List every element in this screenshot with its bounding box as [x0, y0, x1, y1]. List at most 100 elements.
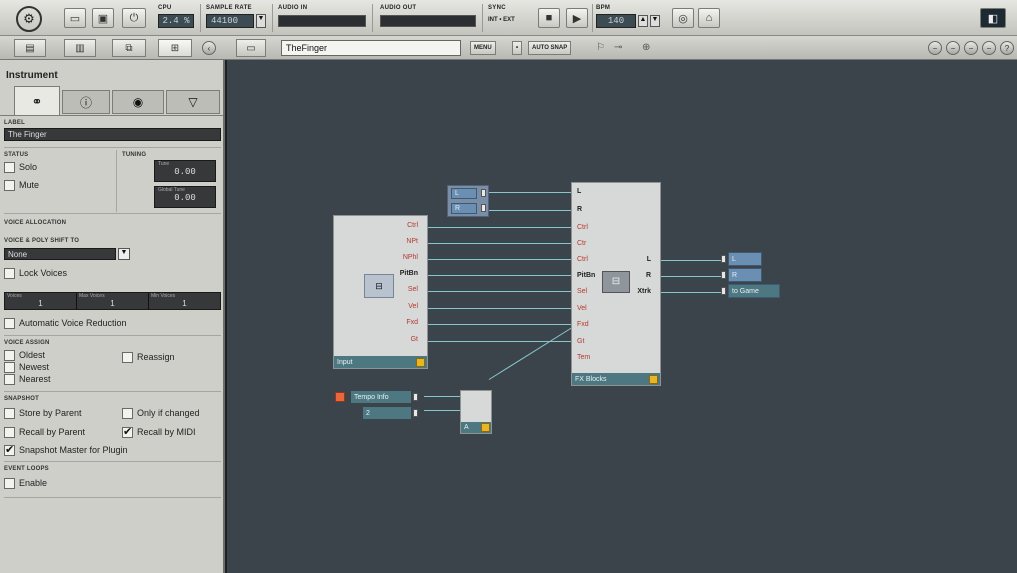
nearest-radio[interactable]: Nearest [4, 374, 51, 386]
fx-block-name[interactable]: FX Blocks [572, 373, 660, 385]
key-icon[interactable]: ⊸ [614, 42, 622, 53]
tune-knob[interactable]: Tune 0.00 [154, 160, 216, 182]
small-math-block[interactable]: A [460, 390, 492, 434]
zoom-reset-icon[interactable]: − [964, 41, 978, 55]
nearest-box[interactable] [4, 374, 15, 386]
zoom-out-icon[interactable]: − [928, 41, 942, 55]
save-file-button[interactable]: ▣ [92, 8, 114, 28]
tab-info[interactable]: ⓘ [62, 90, 110, 114]
recall-by-midi-checkbox[interactable]: Recall by MIDI [122, 425, 196, 439]
only-if-changed-checkbox[interactable]: Only if changed [122, 408, 200, 420]
logo-button[interactable]: ◧ [980, 8, 1006, 28]
min-voices-field[interactable]: Min Voices 1 [149, 293, 220, 309]
input-block-name[interactable]: Input [334, 356, 427, 368]
lr-input-block[interactable]: L R [447, 185, 489, 217]
auto-voice-reduction-checkbox[interactable]: Automatic Voice Reduction [4, 318, 127, 330]
snapshot-master-checkbox[interactable]: Snapshot Master for Plugin [4, 443, 128, 457]
lr-input-l[interactable]: L [451, 188, 477, 199]
newest-radio[interactable]: Newest [4, 362, 49, 374]
auto-snap-button[interactable]: AUTO SNAP [528, 41, 572, 55]
tab-memory[interactable]: ▽ [166, 90, 220, 114]
snap-toggle[interactable]: • [512, 41, 523, 55]
tab-function[interactable]: ⚭ [14, 86, 60, 116]
global-tune-knob[interactable]: Global Tune 0.00 [154, 186, 216, 208]
output-port[interactable] [481, 189, 486, 197]
structure-canvas[interactable]: L R ⊟ Ctrl NPt NPhl PitBn Sel Vel Fxd Gt… [227, 60, 1017, 573]
fx-in-port-label: Fxd [577, 321, 589, 328]
zoom-in-icon[interactable]: − [982, 41, 996, 55]
sync-switch[interactable]: INT • EXT [488, 17, 515, 23]
sync-int[interactable]: INT [488, 17, 498, 23]
tempo-value[interactable]: 2 [363, 407, 411, 419]
max-voices-field[interactable]: Max Voices 1 [77, 293, 149, 309]
voice-poly-select[interactable]: None [4, 248, 116, 260]
flag-icon[interactable]: ⚐ [596, 42, 605, 53]
voice-select-dropdown-icon[interactable]: ▼ [118, 248, 130, 260]
only-if-changed-box[interactable] [122, 408, 133, 420]
voices-field[interactable]: Voices 1 [5, 293, 77, 309]
play-button[interactable]: ▶ [566, 8, 588, 28]
properties-button[interactable]: ⊞ [158, 39, 192, 57]
lock-voices-box[interactable] [4, 268, 15, 280]
solo-checkbox-box[interactable] [4, 162, 15, 174]
output-block[interactable]: L R to Game [721, 252, 781, 300]
options-icon[interactable]: ? [1000, 41, 1014, 55]
back-icon[interactable]: ‹ [202, 41, 216, 55]
output-port[interactable] [413, 409, 418, 417]
zoom-fit-icon[interactable]: − [946, 41, 960, 55]
lock-voices-checkbox[interactable]: Lock Voices [4, 268, 67, 280]
fx-block[interactable]: L R Ctrl Ctr Ctrl PitBn Sel Vel Fxd Gt T… [571, 182, 661, 386]
oldest-box[interactable] [4, 350, 15, 362]
label-field[interactable]: The Finger [4, 128, 221, 141]
metronome-button[interactable]: ◎ [672, 8, 694, 28]
block-resize-handle[interactable] [416, 358, 425, 367]
samplerate-dropdown-icon[interactable]: ▼ [256, 14, 266, 28]
tempo-info-block[interactable]: Tempo Info [351, 391, 411, 403]
bpm-up-icon[interactable]: ▲ [638, 15, 648, 27]
structure-button[interactable]: ⧉ [112, 39, 146, 57]
lr-input-r[interactable]: R [451, 203, 477, 214]
input-port[interactable] [721, 255, 726, 263]
recall-by-parent-checkbox[interactable]: Recall by Parent [4, 427, 85, 439]
tab-view[interactable]: ◉ [112, 90, 164, 114]
reassign-box[interactable] [122, 352, 133, 364]
mute-checkbox[interactable]: Mute [4, 180, 39, 192]
menu-button[interactable]: MENU [470, 41, 496, 55]
samplerate-select[interactable]: 44100 [206, 14, 254, 28]
enable-box[interactable] [4, 478, 15, 490]
mute-checkbox-box[interactable] [4, 180, 15, 192]
enable-checkbox[interactable]: Enable [4, 478, 47, 490]
newest-box[interactable] [4, 362, 15, 374]
output-l[interactable]: L [728, 252, 762, 266]
midi-button[interactable]: ⌂ [698, 8, 720, 28]
recall-by-midi-box[interactable] [122, 425, 133, 439]
bpm-down-icon[interactable]: ▼ [650, 15, 660, 27]
block-resize-handle[interactable] [481, 423, 490, 432]
solo-checkbox[interactable]: Solo [4, 162, 37, 174]
input-port[interactable] [721, 287, 726, 295]
input-port[interactable] [721, 271, 726, 279]
auto-voice-reduction-box[interactable] [4, 318, 15, 330]
store-by-parent-checkbox[interactable]: Store by Parent [4, 408, 82, 420]
browser-button[interactable]: ▤ [14, 39, 46, 57]
input-block[interactable]: ⊟ Ctrl NPt NPhl PitBn Sel Vel Fxd Gt Inp… [333, 215, 428, 369]
nav-button[interactable]: ▭ [236, 39, 266, 57]
reassign-checkbox[interactable]: Reassign [122, 352, 175, 364]
store-by-parent-box[interactable] [4, 408, 15, 420]
open-file-button[interactable]: ▭ [64, 8, 86, 28]
output-port[interactable] [481, 204, 486, 212]
sync-ext[interactable]: EXT [503, 17, 515, 23]
output-game[interactable]: to Game [728, 284, 780, 298]
bpm-readout[interactable]: 140 [596, 14, 636, 28]
output-port[interactable] [413, 393, 418, 401]
oldest-radio[interactable]: Oldest [4, 350, 45, 362]
lock-icon[interactable]: ⊕ [642, 42, 650, 53]
recall-by-parent-box[interactable] [4, 427, 15, 439]
snapshot-master-box[interactable] [4, 443, 15, 457]
power-button[interactable]: ⏻ [122, 8, 146, 28]
instrument-name-field[interactable]: TheFinger [281, 40, 461, 56]
block-resize-handle[interactable] [649, 375, 658, 384]
panel-button[interactable]: ▥ [64, 39, 96, 57]
output-r[interactable]: R [728, 268, 762, 282]
stop-button[interactable]: ■ [538, 8, 560, 28]
